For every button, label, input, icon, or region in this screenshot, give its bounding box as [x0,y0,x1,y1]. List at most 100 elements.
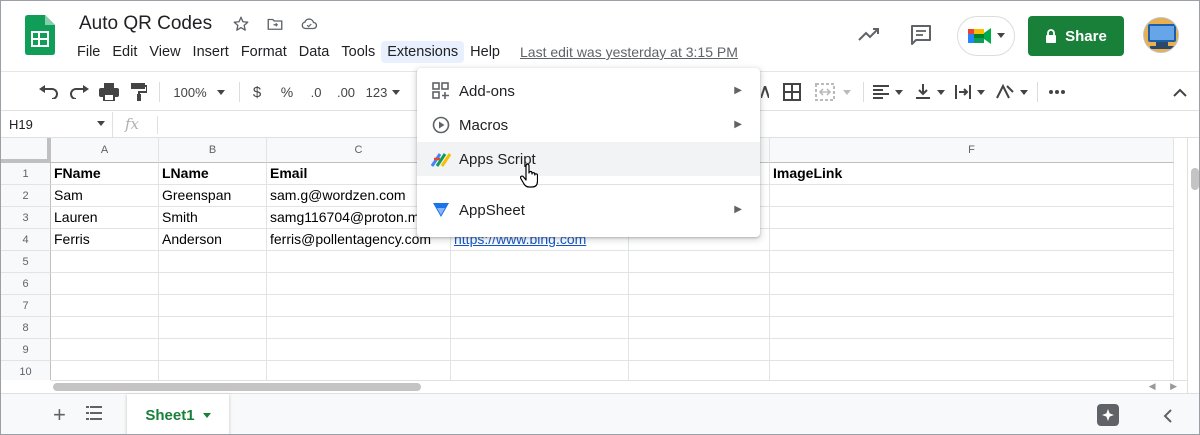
cell-a9[interactable] [51,339,159,361]
cell-d5[interactable] [451,251,629,273]
row-header-7[interactable]: 7 [1,295,51,317]
meet-button[interactable] [957,16,1015,56]
cell-b1[interactable]: LName [159,163,267,185]
cell-b8[interactable] [159,317,267,339]
cell-c6[interactable] [267,273,451,295]
cell-f9[interactable] [770,339,1174,361]
cell-a2[interactable]: Sam [51,185,159,207]
row-header-8[interactable]: 8 [1,317,51,339]
cell-b2[interactable]: Greenspan [159,185,267,207]
cell-f2[interactable] [770,185,1174,207]
cell-a3[interactable]: Lauren [51,207,159,229]
column-header-f[interactable]: F [770,138,1174,163]
cell-a1[interactable]: FName [51,163,159,185]
cell-f8[interactable] [770,317,1174,339]
cell-d9[interactable] [451,339,629,361]
sheet-tab-sheet1[interactable]: Sheet1 [127,394,229,434]
menu-tools[interactable]: Tools [335,41,381,63]
cell-c8[interactable] [267,317,451,339]
horizontal-scroll-thumb[interactable] [53,383,421,391]
menu-insert[interactable]: Insert [187,41,235,63]
add-sheet-icon[interactable]: + [53,402,66,428]
row-header-10[interactable]: 10 [1,361,51,380]
row-header-1[interactable]: 1 [1,163,51,185]
menu-help[interactable]: Help [464,41,506,63]
cell-a8[interactable] [51,317,159,339]
cell-b3[interactable]: Smith [159,207,267,229]
paint-format-icon[interactable] [127,80,151,104]
document-title[interactable]: Auto QR Codes [79,13,212,35]
menu-item-apps-script[interactable]: Apps Script [417,142,760,176]
row-header-2[interactable]: 2 [1,185,51,207]
cell-e5[interactable] [629,251,770,273]
vertical-scrollbar[interactable] [1187,138,1199,394]
select-all-corner[interactable] [1,138,51,163]
text-color-icon[interactable] [759,80,771,104]
cell-d8[interactable] [451,317,629,339]
row-header-5[interactable]: 5 [1,251,51,273]
cell-b7[interactable] [159,295,267,317]
cell-b5[interactable] [159,251,267,273]
menu-view[interactable]: View [143,41,186,63]
cell-f10[interactable] [770,361,1174,380]
cell-e8[interactable] [629,317,770,339]
explore-icon[interactable] [1097,404,1119,426]
cell-a7[interactable] [51,295,159,317]
currency-format-button[interactable]: $ [247,80,267,104]
account-avatar[interactable] [1143,17,1179,53]
move-folder-icon[interactable] [265,14,285,34]
cell-b10[interactable] [159,361,267,380]
horizontal-align-icon[interactable] [871,80,905,104]
cell-e9[interactable] [629,339,770,361]
scroll-arrows-icon[interactable]: ◀ ▶ [1149,381,1183,392]
last-edit-link[interactable]: Last edit was yesterday at 3:15 PM [520,44,738,60]
horizontal-scrollbar[interactable]: ◀ ▶ [51,380,1187,393]
borders-icon[interactable] [781,80,803,104]
text-wrapping-icon[interactable] [953,80,987,104]
cell-d6[interactable] [451,273,629,295]
undo-icon[interactable] [37,80,61,104]
cell-a6[interactable] [51,273,159,295]
percent-format-button[interactable]: % [277,80,297,104]
increase-decimal-button[interactable]: .00 [333,80,359,104]
cell-b9[interactable] [159,339,267,361]
comment-history-icon[interactable] [909,23,933,47]
more-options-icon[interactable] [1045,80,1069,104]
cell-e10[interactable] [629,361,770,380]
cell-c5[interactable] [267,251,451,273]
cloud-saved-icon[interactable] [299,14,319,34]
activity-dashboard-icon[interactable] [857,25,881,43]
vertical-align-icon[interactable] [913,80,947,104]
cell-c9[interactable] [267,339,451,361]
merge-cells-icon[interactable] [811,80,855,104]
cell-f4[interactable] [770,229,1174,251]
zoom-select[interactable]: 100% [167,80,231,104]
cell-a4[interactable]: Ferris [51,229,159,251]
all-sheets-icon[interactable] [86,406,102,420]
menu-item-add-ons[interactable]: Add-ons ▶ [417,74,760,108]
more-formats-select[interactable]: 123 [363,80,403,104]
vertical-scroll-thumb[interactable] [1191,168,1199,190]
cell-c7[interactable] [267,295,451,317]
cell-f5[interactable] [770,251,1174,273]
cell-a10[interactable] [51,361,159,380]
menu-item-macros[interactable]: Macros ▶ [417,108,760,142]
cell-f3[interactable] [770,207,1174,229]
menu-format[interactable]: Format [235,41,293,63]
collapse-menu-icon[interactable] [1169,80,1191,104]
cell-f6[interactable] [770,273,1174,295]
decrease-decimal-button[interactable]: .0 [305,80,327,104]
cell-d7[interactable] [451,295,629,317]
menu-extensions[interactable]: Extensions [381,41,465,63]
row-header-3[interactable]: 3 [1,207,51,229]
redo-icon[interactable] [67,80,91,104]
column-header-b[interactable]: B [159,138,267,163]
row-header-6[interactable]: 6 [1,273,51,295]
menu-data[interactable]: Data [293,41,336,63]
share-button[interactable]: Share [1028,16,1124,56]
cell-e6[interactable] [629,273,770,295]
cell-a5[interactable] [51,251,159,273]
side-panel-toggle-icon[interactable] [1163,409,1173,423]
chevron-down-icon[interactable] [97,121,105,126]
star-icon[interactable] [231,14,251,34]
